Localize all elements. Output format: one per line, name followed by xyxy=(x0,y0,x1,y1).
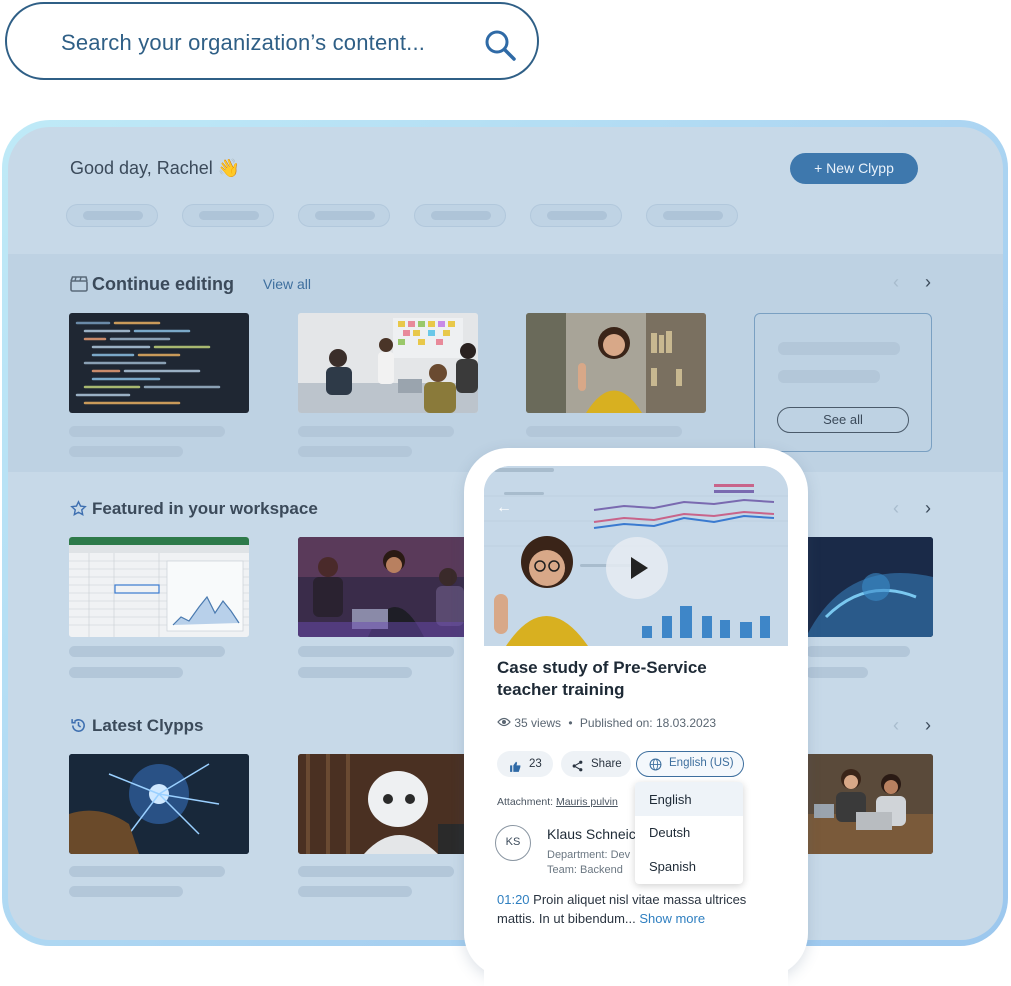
section-title-latest: Latest Clypps xyxy=(92,716,204,735)
placeholder-line xyxy=(778,342,900,355)
clypp-thumbnail[interactable] xyxy=(298,313,478,413)
language-option-english[interactable]: English xyxy=(649,792,692,807)
timestamp-link[interactable]: 01:20 xyxy=(497,892,530,907)
back-arrow-icon[interactable]: ← xyxy=(496,499,512,517)
filter-chip[interactable] xyxy=(66,204,158,227)
placeholder-line xyxy=(69,646,225,657)
filter-chip[interactable] xyxy=(182,204,274,227)
eye-icon xyxy=(497,716,511,730)
placeholder-line xyxy=(69,667,183,678)
language-option-spanish[interactable]: Spanish xyxy=(649,859,696,874)
search-input[interactable]: Search your organization’s content... xyxy=(61,30,425,56)
placeholder-line xyxy=(69,446,183,457)
placeholder-line xyxy=(69,426,225,437)
share-button[interactable]: Share xyxy=(561,751,631,777)
chevron-left-icon[interactable]: ‹ xyxy=(893,715,899,736)
placeholder-line xyxy=(298,426,454,437)
play-icon[interactable] xyxy=(606,537,668,599)
see-all-button[interactable]: See all xyxy=(777,407,909,433)
placeholder-line xyxy=(69,886,183,897)
star-icon xyxy=(70,500,87,522)
chevron-left-icon[interactable]: ‹ xyxy=(893,498,899,519)
language-select[interactable]: English (US) xyxy=(636,751,744,777)
chevron-right-icon[interactable]: › xyxy=(925,498,931,519)
history-icon xyxy=(70,717,87,739)
clapper-icon xyxy=(70,276,88,297)
clypp-thumbnail[interactable] xyxy=(298,754,478,854)
section-title-continue-editing: Continue editing xyxy=(92,274,234,294)
globe-icon xyxy=(649,757,662,780)
placeholder-line xyxy=(298,667,412,678)
language-dropdown: English Deutsh Spanish xyxy=(635,782,743,884)
attachment-link[interactable]: Mauris pulvin xyxy=(556,796,618,808)
thumbs-up-icon xyxy=(509,757,522,783)
new-clypp-button[interactable]: + New Clypp xyxy=(790,153,918,184)
attachment: Attachment: Mauris pulvin xyxy=(497,796,618,808)
filter-chip[interactable] xyxy=(298,204,390,227)
clypp-thumbnail[interactable] xyxy=(69,754,249,854)
show-more-link[interactable]: Show more xyxy=(636,911,705,926)
video-description: 01:20 Proin aliquet nisl vitae massa ult… xyxy=(497,892,747,926)
placeholder-line xyxy=(298,886,412,897)
clypp-thumbnail[interactable] xyxy=(806,537,933,637)
filter-chip[interactable] xyxy=(646,204,738,227)
placeholder-line xyxy=(806,667,868,678)
video-title: Case study of Pre-Service teacher traini… xyxy=(497,658,707,699)
placeholder-line xyxy=(69,866,225,877)
chevron-left-icon[interactable]: ‹ xyxy=(893,272,899,293)
filter-chip[interactable] xyxy=(414,204,506,227)
share-icon xyxy=(571,757,584,783)
search-icon[interactable] xyxy=(483,28,517,67)
section-title-featured: Featured in your workspace xyxy=(92,499,318,518)
placeholder-line xyxy=(806,646,910,657)
greeting: Good day, Rachel 👋 xyxy=(70,158,241,178)
clypp-thumbnail[interactable] xyxy=(526,313,706,413)
clypp-thumbnail[interactable] xyxy=(69,537,249,637)
language-option-deutsh[interactable]: Deutsh xyxy=(649,825,690,840)
clypp-thumbnail[interactable] xyxy=(298,537,478,637)
author-name: Klaus Schneic xyxy=(547,826,636,842)
placeholder-line xyxy=(298,646,454,657)
wave-emoji-icon: 👋 xyxy=(217,158,241,178)
search-bar[interactable]: Search your organization’s content... xyxy=(5,2,539,80)
chevron-right-icon[interactable]: › xyxy=(925,272,931,293)
chevron-right-icon[interactable]: › xyxy=(925,715,931,736)
video-player[interactable]: ← xyxy=(484,466,788,646)
avatar: KS xyxy=(495,825,531,861)
view-all-link[interactable]: View all xyxy=(263,276,311,292)
placeholder-line xyxy=(778,370,880,383)
video-meta: 35 views • Published on: 18.03.2023 xyxy=(497,716,716,730)
placeholder-line xyxy=(298,866,454,877)
clypp-thumbnail[interactable] xyxy=(806,754,933,854)
placeholder-line xyxy=(526,426,682,437)
placeholder-line xyxy=(298,446,412,457)
author-meta: Department: Dev Team: Backend xyxy=(547,849,631,876)
like-button[interactable]: 23 xyxy=(497,751,553,777)
filter-chip[interactable] xyxy=(530,204,622,227)
clypp-thumbnail[interactable] xyxy=(69,313,249,413)
